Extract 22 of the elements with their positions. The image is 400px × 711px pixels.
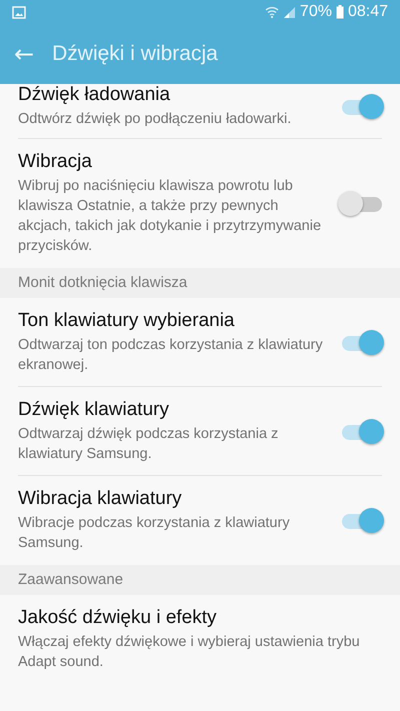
toggle-switch[interactable] [338,190,382,216]
setting-title[interactable]: Ton klawiatury wybierania [18,310,328,332]
setting-description: Włączaj efekty dźwiękowe i wybieraj ustawienia trybu Adapt sound. [18,633,361,672]
setting-title[interactable]: Dźwięk klawiatury [18,399,328,421]
gallery-icon [12,6,26,18]
screen-title: Dźwięki i wibracja [52,42,218,66]
setting-description: Odtwarzaj dźwięk podczas korzystania z klawiatury Samsung. [18,425,280,464]
wifi-icon [264,6,279,18]
setting-title[interactable]: Wibracja klawiatury [18,488,328,510]
setting-description: Odtwórz dźwięk po podłączeniu ładowarki. [18,110,292,129]
battery-percentage: 70% [300,3,332,21]
setting-description: Odtwarzaj ton podczas korzystania z klawiatury ekranowej. [18,336,324,375]
setting-title[interactable]: Wibracja [18,151,328,173]
section-header: Monit dotknięcia klawisza [0,268,400,298]
signal-icon [282,6,296,18]
setting-title[interactable]: Jakość dźwięku i efekty [18,607,382,629]
setting-description: Wibruj po naciśnięciu klawisza powrotu lub klawisza Ostatnie, a także przy pewnych akcjach, takich jak dotykanie i przytrzymywanie przycisków. [18,177,322,256]
section-header: Zaawansowane [0,565,400,595]
battery-icon [336,5,344,19]
setting-description: Wibracje podczas korzystania z klawiatury Samsung. [18,514,291,553]
clock: 08:47 [348,3,388,21]
setting-title[interactable]: Dźwięk ładowania [18,84,328,106]
